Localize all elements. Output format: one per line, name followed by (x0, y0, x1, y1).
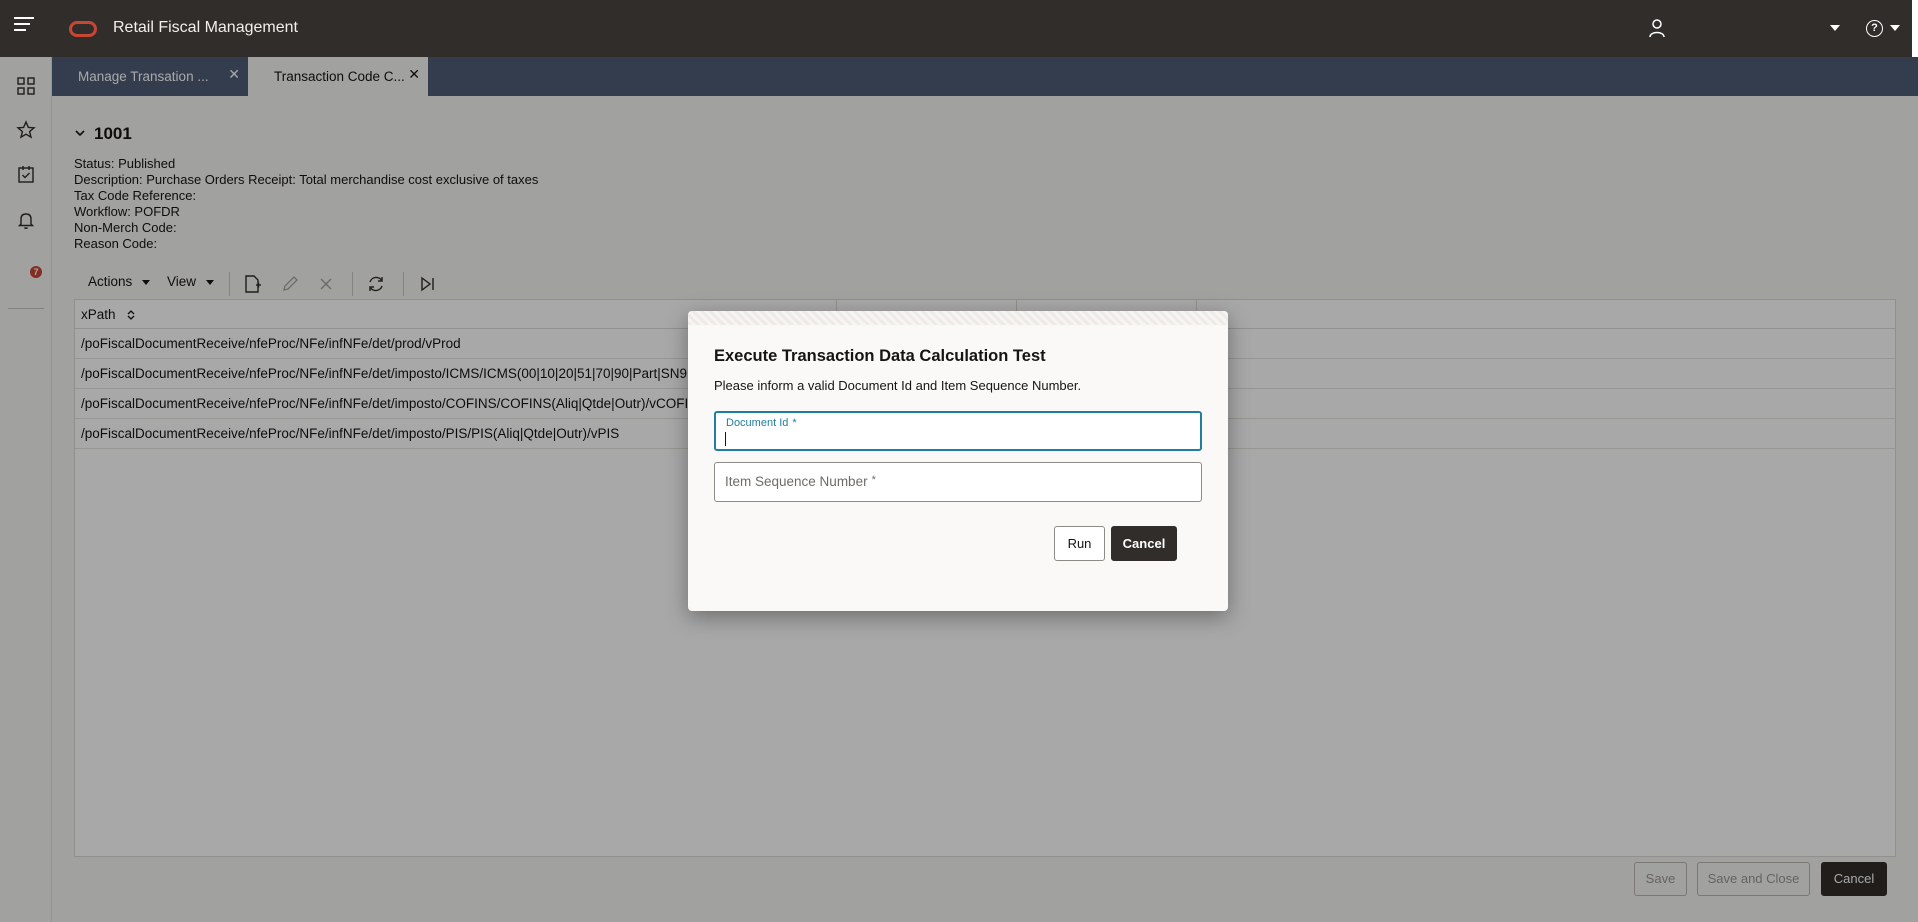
edge-bar (1912, 0, 1918, 57)
document-id-label: Document Id * (726, 417, 797, 429)
oracle-logo[interactable] (69, 21, 97, 37)
item-sequence-number-label: Item Sequence Number * (725, 474, 876, 489)
calculation-test-dialog: Execute Transaction Data Calculation Tes… (688, 311, 1228, 611)
item-sequence-number-field[interactable]: Item Sequence Number * (714, 462, 1202, 502)
app-title: Retail Fiscal Management (113, 19, 298, 36)
dialog-message: Please inform a valid Document Id and It… (714, 378, 1082, 393)
run-button[interactable]: Run (1054, 526, 1105, 561)
hamburger-menu-icon[interactable] (14, 17, 34, 33)
document-id-field[interactable]: Document Id * (714, 411, 1202, 451)
app-header: Retail Fiscal Management ? (0, 0, 1918, 57)
help-menu-caret-icon[interactable] (1890, 25, 1900, 31)
dialog-header[interactable] (688, 311, 1228, 325)
dialog-cancel-button[interactable]: Cancel (1111, 526, 1177, 561)
text-cursor (725, 432, 726, 446)
document-id-input[interactable] (724, 430, 1184, 446)
dialog-title: Execute Transaction Data Calculation Tes… (714, 347, 1046, 365)
user-menu-caret-icon[interactable] (1830, 25, 1840, 31)
help-icon[interactable]: ? (1866, 20, 1883, 37)
user-icon[interactable] (1648, 18, 1666, 38)
